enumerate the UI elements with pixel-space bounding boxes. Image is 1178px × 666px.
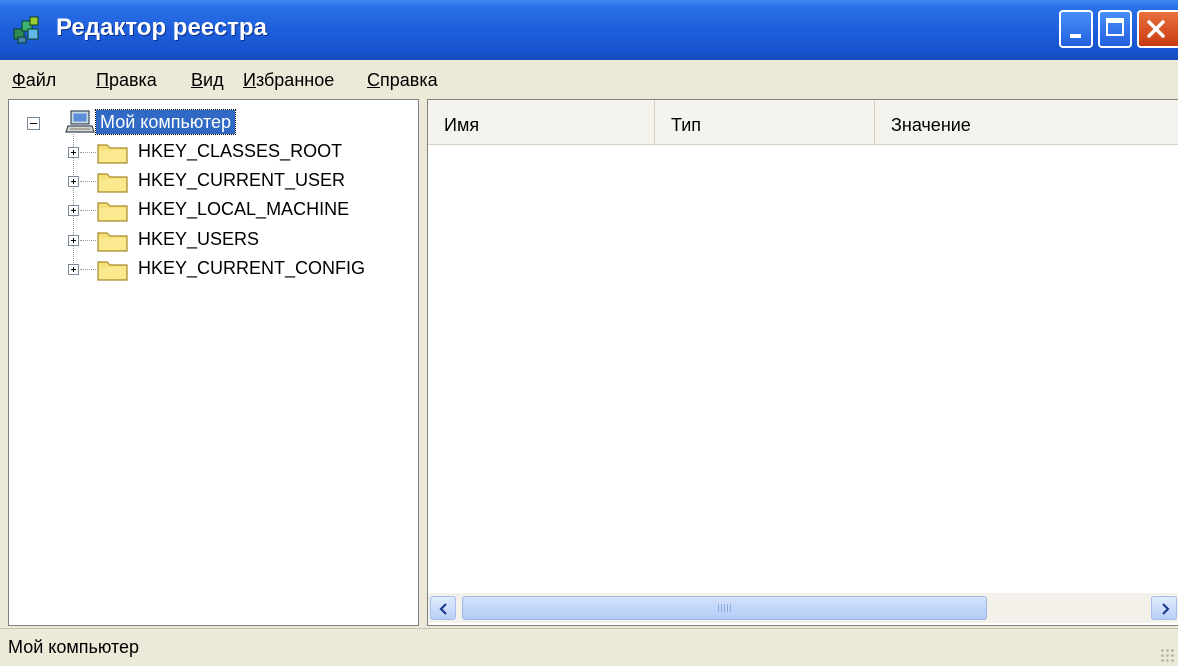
status-text: Мой компьютер [8,637,140,657]
minimize-icon [1070,34,1081,38]
grip-icon [718,604,732,612]
scroll-right-button[interactable] [1151,596,1177,620]
expand-toggle[interactable] [68,235,79,246]
column-header-type[interactable]: Тип [655,100,875,144]
menu-view[interactable]: Вид [191,70,224,91]
title-bar[interactable]: Редактор реестра [0,0,1178,60]
tree-item-label: HKEY_LOCAL_MACHINE [138,199,350,219]
maximize-icon [1106,18,1124,36]
scroll-left-button[interactable] [430,596,456,620]
expand-toggle[interactable] [68,205,79,216]
menu-help[interactable]: Справка [367,70,438,91]
window-title: Редактор реестра [56,14,267,41]
horizontal-scrollbar[interactable] [428,593,1178,623]
computer-icon [65,110,95,133]
menu-file[interactable]: Файл [12,70,56,91]
registry-editor-icon [13,16,39,44]
expand-toggle[interactable] [68,264,79,275]
close-icon [1147,20,1165,38]
values-list[interactable]: Имя Тип Значение [427,99,1178,626]
column-header-name[interactable]: Имя [428,100,655,144]
minimize-button[interactable] [1059,10,1093,48]
resize-grip-icon[interactable] [1160,648,1174,662]
close-button[interactable] [1137,10,1178,48]
expand-toggle[interactable] [68,176,79,187]
tree-root-my-computer[interactable]: Мой компьютер [94,109,237,135]
tree-item-label: HKEY_USERS [138,229,260,249]
tree-item-label: HKEY_CURRENT_CONFIG [138,258,366,278]
menu-favorites[interactable]: Избранное [243,70,334,91]
folder-icon [97,202,128,222]
tree-item-label: HKEY_CURRENT_USER [138,170,346,190]
registry-tree[interactable]: Мой компьютер HKEY_CLASSES_ROOT HKEY_CUR… [8,99,419,626]
tree-item-label: HKEY_CLASSES_ROOT [138,141,343,161]
folder-icon [97,173,128,193]
menu-bar: Файл Правка Вид Избранное Справка [0,62,1178,98]
expand-toggle[interactable] [68,147,79,158]
maximize-button[interactable] [1098,10,1132,48]
menu-edit[interactable]: Правка [96,70,157,91]
scrollbar-thumb[interactable] [462,596,987,620]
column-header-value[interactable]: Значение [875,100,1178,144]
chevron-left-icon [439,603,447,615]
status-bar: Мой компьютер [0,628,1178,666]
list-header: Имя Тип Значение [428,100,1178,145]
folder-icon [97,144,128,164]
registry-editor-window: Редактор реестра Файл Правка Вид Избранн… [0,0,1178,666]
folder-icon [97,232,128,252]
collapse-toggle[interactable] [27,117,40,130]
chevron-right-icon [1162,603,1170,615]
folder-icon [97,261,128,281]
